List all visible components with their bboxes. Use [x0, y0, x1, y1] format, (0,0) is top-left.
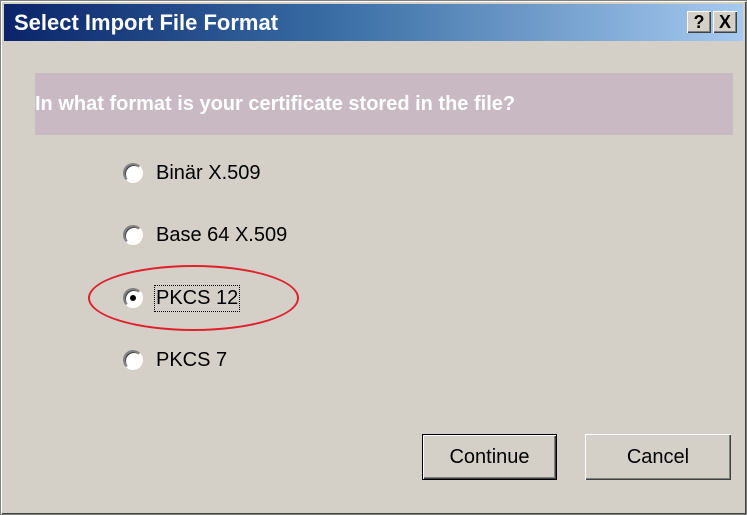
- question-text: In what format is your certificate store…: [35, 93, 516, 115]
- dialog-title: Select Import File Format: [14, 10, 279, 35]
- continue-button[interactable]: Continue: [422, 434, 557, 480]
- radio-button[interactable]: [123, 350, 143, 370]
- option-base64-x509[interactable]: Base 64 X.509: [123, 220, 287, 250]
- radio-button[interactable]: [123, 163, 143, 183]
- option-binary-x509[interactable]: Binär X.509: [123, 158, 261, 188]
- radio-button-selected[interactable]: [123, 288, 143, 308]
- question-banner: In what format is your certificate store…: [35, 73, 733, 135]
- import-format-dialog: Select Import File Format ? X In what fo…: [0, 0, 747, 515]
- option-label: PKCS 7: [156, 348, 228, 371]
- option-pkcs7[interactable]: PKCS 7: [123, 345, 227, 375]
- option-label: Binär X.509: [156, 161, 261, 184]
- radio-button[interactable]: [123, 225, 143, 245]
- close-icon: X: [718, 12, 731, 32]
- close-button[interactable]: X: [713, 11, 737, 33]
- option-pkcs12[interactable]: PKCS 12: [123, 283, 241, 313]
- title-bar[interactable]: Select Import File Format ? X: [4, 4, 743, 41]
- radio-dot-icon: [130, 295, 136, 301]
- cancel-button[interactable]: Cancel: [585, 434, 731, 480]
- option-label: PKCS 12: [153, 284, 241, 312]
- help-button[interactable]: ?: [687, 11, 711, 33]
- question-mark-icon: ?: [693, 12, 705, 32]
- option-label: Base 64 X.509: [156, 223, 288, 246]
